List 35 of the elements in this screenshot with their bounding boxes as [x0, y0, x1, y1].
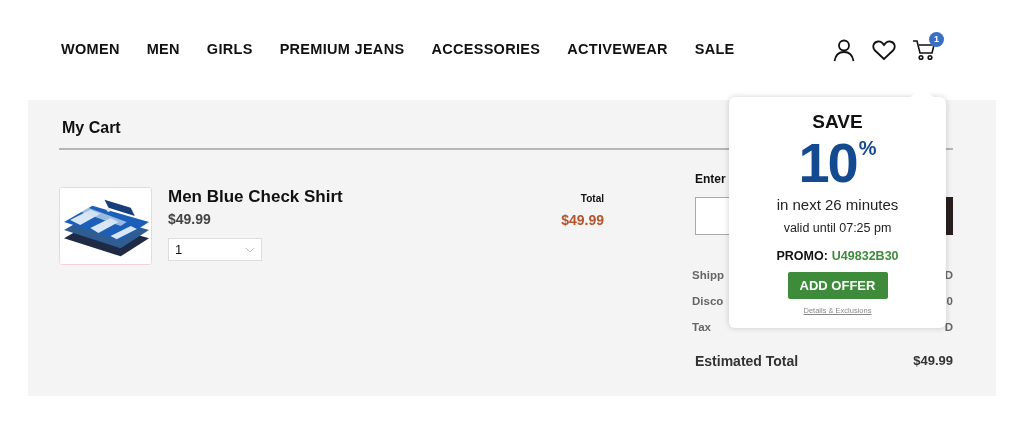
summary-label: Shipp	[692, 268, 724, 283]
nav-link[interactable]: WOMEN	[61, 39, 120, 61]
summary-value: D	[944, 268, 953, 283]
promo-label: PROMO:	[776, 248, 828, 266]
product-price: $49.99	[168, 210, 212, 229]
nav-link[interactable]: ACTIVEWEAR	[567, 39, 668, 61]
cart-count-badge: 1	[929, 32, 944, 47]
chevron-down-icon	[245, 246, 255, 253]
cart-icon[interactable]	[912, 39, 936, 61]
offer-validity: valid until 07:25 pm	[783, 219, 892, 237]
summary-value: 0	[946, 294, 953, 309]
nav-link[interactable]: GIRLS	[206, 39, 253, 61]
nav-link[interactable]: SALE	[694, 39, 735, 61]
summary-label: Tax	[692, 320, 711, 335]
offer-duration: in next 26 minutes	[776, 195, 899, 215]
cart-title: My Cart	[62, 119, 121, 136]
product-name[interactable]: Men Blue Check Shirt	[168, 186, 343, 208]
promo-code: U49832B30	[831, 248, 899, 266]
estimated-total-label: Estimated Total	[695, 352, 799, 371]
heart-icon[interactable]	[872, 39, 896, 61]
summary-value: D	[944, 320, 953, 335]
summary-label: Disco	[692, 294, 724, 309]
estimated-total: $49.99	[913, 352, 953, 370]
user-icon[interactable]	[832, 38, 856, 62]
nav-link[interactable]: PREMIUM JEANS	[279, 39, 405, 61]
promo-label: Enter	[695, 171, 726, 188]
discount-percent: 10	[798, 135, 857, 191]
add-offer-button[interactable]: ADD OFFER	[787, 272, 888, 299]
quantity-select[interactable]: 1	[168, 238, 262, 261]
nav-link[interactable]: MEN	[146, 39, 180, 61]
total-label: Total	[580, 192, 604, 206]
item-total: $49.99	[561, 211, 604, 230]
nav-link[interactable]: ACCESSORIES	[431, 39, 541, 61]
save-heading: SAVE	[812, 111, 863, 133]
percent-sign: %	[858, 138, 877, 158]
